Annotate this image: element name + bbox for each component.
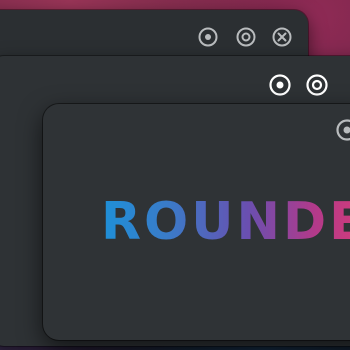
minimize-icon: [269, 74, 291, 96]
close-icon: [272, 27, 292, 47]
maximize-icon: [306, 74, 328, 96]
maximize-icon: [236, 27, 256, 47]
minimize-icon: [336, 119, 350, 141]
window-heading: ROUNDE: [101, 192, 350, 252]
desktop: ROUNDE: [0, 0, 350, 350]
window-front[interactable]: ROUNDE: [43, 104, 350, 340]
minimize-icon: [198, 27, 218, 47]
maximize-button[interactable]: [306, 74, 328, 96]
maximize-button[interactable]: [236, 27, 256, 47]
minimize-button[interactable]: [336, 119, 350, 141]
minimize-button[interactable]: [198, 27, 218, 47]
close-button[interactable]: [272, 27, 292, 47]
minimize-button[interactable]: [269, 74, 291, 96]
